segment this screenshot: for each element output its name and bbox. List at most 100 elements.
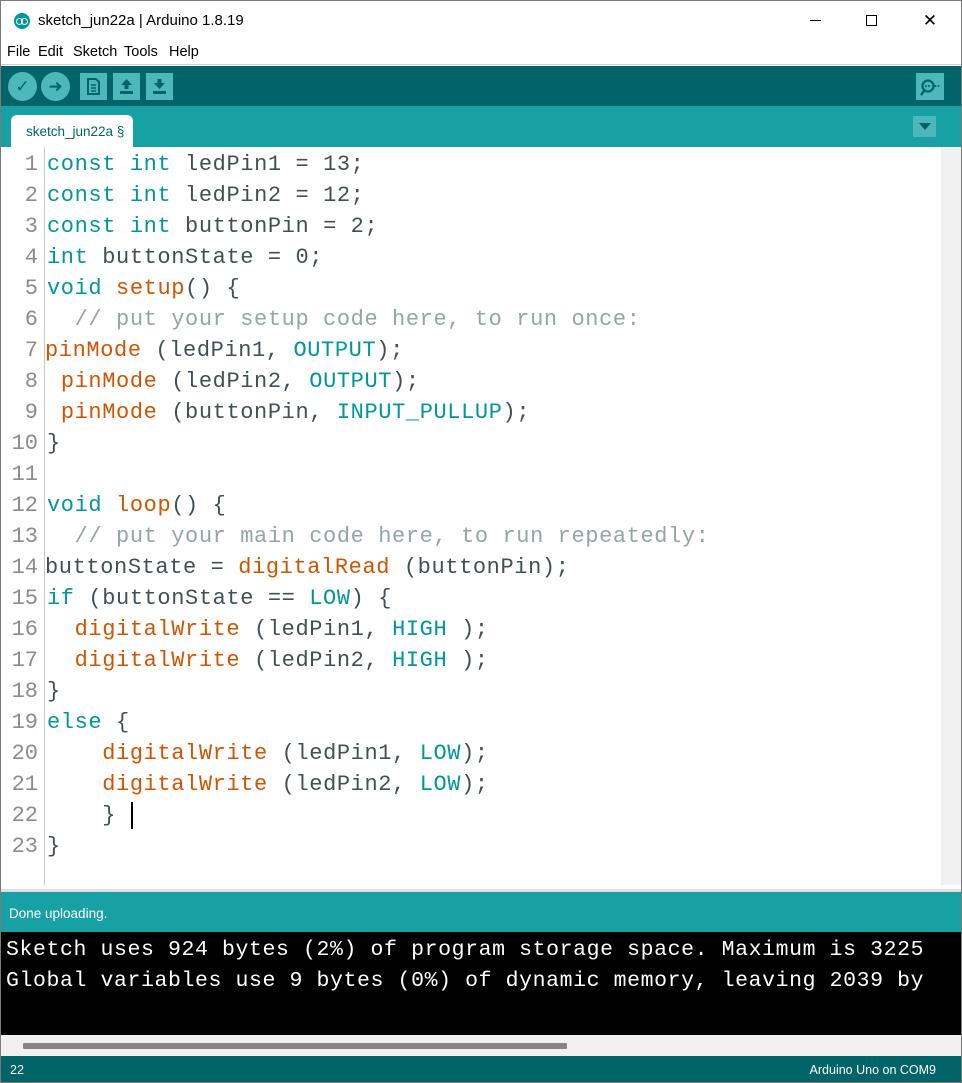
code-token: (ledPin2, (240, 648, 393, 673)
board-port-label: Arduino Uno on COM9 (809, 1063, 936, 1077)
code-token: ); (461, 741, 489, 766)
open-icon (120, 79, 133, 94)
menu-sketch[interactable]: Sketch (73, 44, 117, 60)
minimize-icon (809, 20, 821, 21)
code-line: void setup() { (47, 276, 240, 307)
tab-menu-button[interactable] (913, 116, 936, 137)
code-token: digitalRead (238, 555, 391, 580)
code-token: ledPin2 = 12; (171, 183, 365, 208)
line-number: 10 (11, 431, 38, 456)
code-line: else { (47, 710, 130, 741)
line-number: 19 (11, 710, 38, 735)
code-line: } (47, 834, 61, 865)
minimize-button[interactable] (792, 1, 838, 40)
code-token: const (47, 183, 117, 208)
code-line: pinMode (ledPin2, OUTPUT); (47, 369, 420, 400)
code-token: digitalWrite (74, 617, 241, 642)
arduino-logo-icon (14, 13, 30, 29)
serial-monitor-icon (920, 78, 940, 96)
upload-button[interactable]: ➜ (41, 72, 70, 101)
code-token: HIGH (392, 648, 448, 673)
console-horizontal-scrollbar[interactable] (1, 1035, 961, 1056)
code-token: else (47, 710, 103, 735)
tab-sketch-jun22a[interactable]: sketch_jun22a § (11, 115, 134, 147)
code-line: if (buttonState == LOW) { (47, 586, 392, 617)
editor-vertical-scrollbar[interactable] (941, 147, 961, 885)
line-number: 8 (24, 369, 38, 394)
code-token: OUTPUT (309, 369, 393, 394)
line-number: 1 (24, 152, 38, 177)
code-token: const (47, 214, 117, 239)
code-token: } (47, 834, 61, 859)
code-token: int (129, 183, 172, 208)
code-line: const int ledPin1 = 13; (47, 152, 364, 183)
code-token: void (47, 493, 103, 518)
line-number: 13 (11, 524, 38, 549)
code-token: int (129, 152, 172, 177)
save-button[interactable] (146, 73, 173, 100)
code-token: const (47, 152, 117, 177)
maximize-button[interactable] (848, 1, 894, 40)
menu-bar: File Edit Sketch Tools Help (1, 40, 961, 65)
line-number: 9 (24, 400, 38, 425)
code-line: pinMode (ledPin1, OUTPUT); (45, 338, 404, 369)
menu-edit[interactable]: Edit (38, 44, 63, 60)
close-icon: ✕ (922, 10, 938, 31)
code-token: pinMode (60, 369, 158, 394)
code-token: (ledPin1, (240, 617, 393, 642)
code-token: setup (116, 276, 186, 301)
code-token: (buttonPin, (157, 400, 337, 425)
code-text-area[interactable]: const int ledPin1 = 13; const int ledPin2… (45, 147, 939, 885)
code-token: HIGH (392, 617, 448, 642)
line-number: 18 (11, 679, 38, 704)
code-line: const int ledPin2 = 12; (47, 183, 364, 214)
serial-monitor-button[interactable] (916, 73, 944, 100)
code-line: // put your main code here, to run repea… (47, 524, 710, 555)
code-line: } (47, 431, 61, 462)
code-line: } (47, 679, 61, 710)
code-token: (buttonPin); (390, 555, 570, 580)
save-icon (153, 79, 166, 94)
code-token: (ledPin2, (267, 772, 420, 797)
code-token: OUTPUT (293, 338, 377, 363)
close-button[interactable]: ✕ (907, 1, 953, 40)
line-number: 4 (24, 245, 38, 270)
code-token: (ledPin2, (157, 369, 310, 394)
code-token: ); (502, 400, 531, 425)
tab-label: sketch_jun22a § (26, 123, 125, 139)
new-sketch-button[interactable] (80, 73, 107, 100)
code-editor[interactable]: 1 2 3 4 5 6 7 8 9 10 11 12 13 14 15 16 17 18 19 20 21 22 23 co… (1, 147, 961, 889)
verify-button[interactable]: ✓ (8, 72, 37, 101)
title-bar[interactable]: sketch_jun22a | Arduino 1.8.19 ✕ (1, 1, 961, 40)
line-number: 23 (11, 834, 38, 859)
code-token: LOW (419, 741, 462, 766)
line-number: 15 (11, 586, 38, 611)
open-button[interactable] (113, 73, 140, 100)
tab-strip: sketch_jun22a § (1, 106, 961, 147)
code-line: const int buttonPin = 2; (47, 214, 378, 245)
line-number: 2 (24, 183, 38, 208)
toolbar: ✓ ➜ (1, 66, 961, 106)
scrollbar-thumb[interactable] (23, 1043, 567, 1049)
code-line: buttonState = digitalRead (buttonPin); (45, 555, 570, 586)
line-number: 16 (11, 617, 38, 642)
line-number: 20 (11, 741, 38, 766)
code-token: loop (116, 493, 172, 518)
output-console[interactable]: Sketch uses 924 bytes (2%) of program st… (1, 932, 961, 1035)
code-token: } (47, 431, 61, 456)
code-token: buttonState = 0; (88, 245, 324, 270)
line-number: 14 (11, 555, 38, 580)
menu-help[interactable]: Help (169, 44, 199, 60)
menu-tools[interactable]: Tools (124, 44, 158, 60)
new-icon (87, 78, 100, 95)
line-number: 11 (11, 462, 38, 487)
code-token: ); (376, 338, 404, 363)
code-token: } (47, 679, 61, 704)
console-line: Global variables use 9 bytes (0%) of dyn… (6, 969, 925, 993)
menu-file[interactable]: File (7, 44, 30, 60)
